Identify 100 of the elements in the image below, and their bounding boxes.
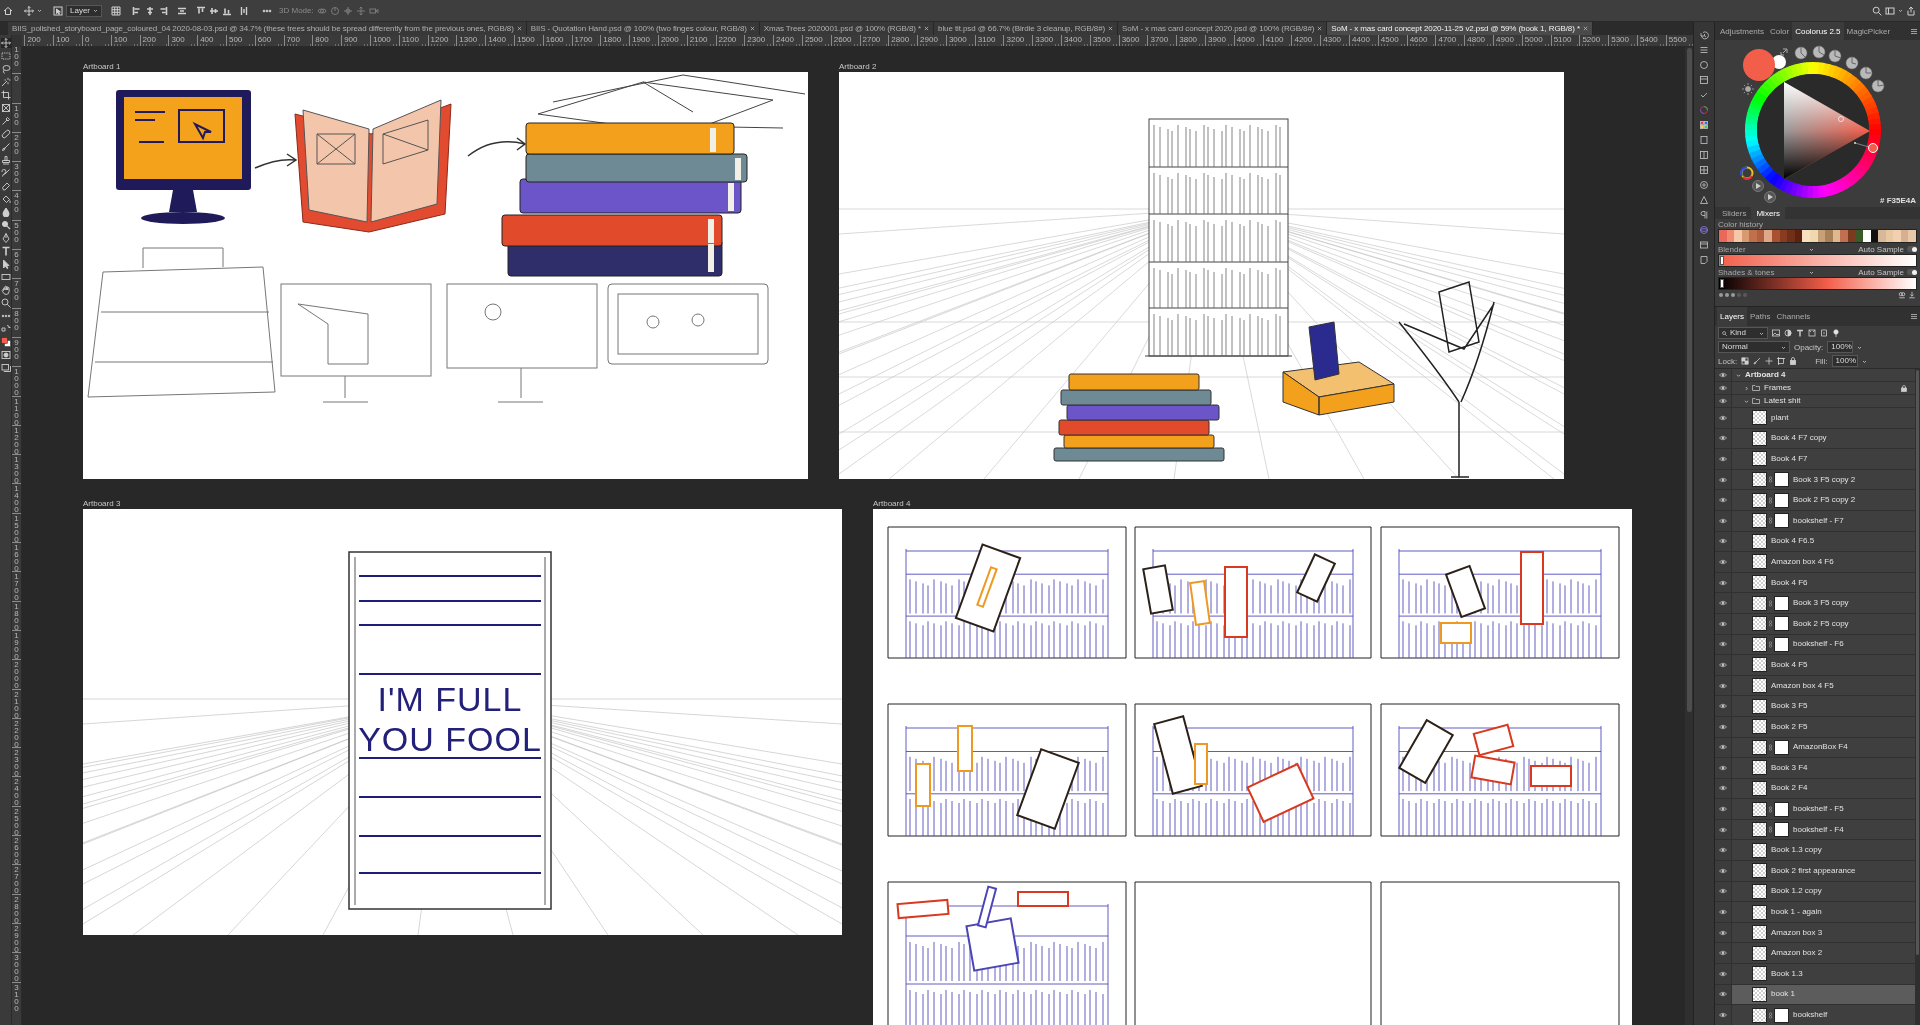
document-tab[interactable]: Xmas Trees 2020001.psd @ 100% (RGB/8) *	[759, 22, 935, 35]
scrollbar[interactable]	[1685, 47, 1693, 1025]
bucket-icon[interactable]	[0, 194, 11, 204]
eye-icon[interactable]	[1719, 867, 1727, 874]
scrollbar-thumb[interactable]	[1686, 48, 1692, 712]
eraser-icon[interactable]	[0, 181, 11, 191]
eye-icon[interactable]	[1719, 909, 1727, 916]
libraries-icon[interactable]	[1699, 75, 1709, 85]
magic-wand-icon[interactable]	[0, 77, 11, 87]
harmony-mode-icon[interactable]	[1845, 56, 1859, 70]
distribute-icon[interactable]	[177, 5, 187, 16]
color-history-swatch[interactable]	[1878, 230, 1886, 242]
opacity-field[interactable]: 100%	[1827, 341, 1854, 353]
panel-tab[interactable]: Sliders	[1717, 207, 1752, 219]
close-icon[interactable]	[924, 26, 930, 31]
eye-icon[interactable]	[1719, 620, 1727, 627]
auto-select-dropdown[interactable]: Layer	[66, 4, 102, 17]
color-history-swatch[interactable]	[1779, 230, 1788, 242]
close-icon[interactable]	[1317, 26, 1323, 31]
drop-icon[interactable]	[0, 207, 11, 217]
panel-tab[interactable]: Mixers	[1751, 207, 1785, 219]
circle-icon[interactable]	[1699, 60, 1709, 70]
caret-icon[interactable]	[1736, 372, 1741, 378]
history-brush-icon[interactable]	[0, 168, 11, 178]
color-history-swatch[interactable]	[1802, 230, 1810, 242]
close-icon[interactable]	[1108, 26, 1114, 31]
color-history-swatch[interactable]	[1908, 230, 1917, 242]
close-icon[interactable]	[749, 26, 755, 31]
screen-mode-icon[interactable]	[0, 363, 11, 373]
image-filter-icon[interactable]	[1772, 329, 1780, 337]
eye-icon[interactable]	[1719, 517, 1727, 524]
eye-icon[interactable]	[1719, 785, 1727, 792]
pages-icon[interactable]	[1699, 135, 1709, 145]
eye-icon[interactable]	[1719, 929, 1727, 936]
document-tab[interactable]: SoM - x mas card concept 2020-11-25 v2.psd @ 59% (book 1, RGB/8) *	[1327, 22, 1593, 35]
lasso-icon[interactable]	[0, 64, 11, 74]
caret-icon[interactable]	[37, 8, 42, 13]
eye-icon[interactable]	[1719, 558, 1727, 565]
close-icon[interactable]	[516, 26, 522, 31]
document-tab[interactable]: SoM - x mas card concept 2020.psd @ 100% (RGB/8#)	[1118, 22, 1328, 35]
stamp-icon[interactable]	[0, 155, 11, 165]
color-history-swatch[interactable]	[1900, 230, 1909, 242]
move-icon[interactable]	[24, 5, 34, 16]
eye-icon[interactable]	[1719, 682, 1727, 689]
eye-icon[interactable]	[1719, 723, 1727, 730]
eye-icon[interactable]	[1719, 970, 1727, 977]
color-history-swatch[interactable]	[1764, 230, 1773, 242]
caret-icon[interactable]	[1744, 398, 1749, 404]
play-icon[interactable]	[1764, 191, 1776, 203]
shape-filter-icon[interactable]	[1808, 329, 1816, 337]
caret-icon[interactable]	[1861, 358, 1867, 364]
lock-pixels-icon[interactable]	[1741, 357, 1750, 365]
pin-icon[interactable]	[1832, 329, 1840, 337]
pen-icon[interactable]	[0, 233, 11, 243]
quick-mask-icon[interactable]	[0, 350, 11, 360]
paragraph-icon[interactable]	[1699, 210, 1709, 220]
auto-sample-toggle[interactable]	[1907, 246, 1917, 252]
shades-gradient-bar[interactable]	[1718, 277, 1917, 290]
eye-icon[interactable]	[1719, 991, 1727, 998]
check-icon[interactable]	[1699, 90, 1709, 100]
overlap-circles-icon[interactable]	[1898, 291, 1906, 299]
color-history-swatch[interactable]	[1719, 230, 1727, 242]
adjustment-filter-icon[interactable]	[1784, 329, 1792, 337]
color-history-swatch[interactable]	[1863, 230, 1871, 242]
panel-tab[interactable]: Layers	[1717, 307, 1747, 326]
hue-marker-icon[interactable]	[1854, 142, 1878, 153]
eye-icon[interactable]	[1719, 950, 1727, 957]
eye-icon[interactable]	[1719, 456, 1727, 462]
color-swatch-icon[interactable]	[0, 337, 11, 347]
panel-tab[interactable]: Channels	[1773, 307, 1814, 326]
pointer-icon[interactable]	[0, 259, 11, 269]
foreground-color-swatch[interactable]	[1743, 49, 1775, 81]
eye-icon[interactable]	[1719, 806, 1727, 813]
color-history-swatch[interactable]	[1749, 230, 1757, 242]
saturation-marker-icon[interactable]	[1838, 116, 1844, 122]
panel-tab[interactable]: MagicPicker	[1843, 22, 1894, 40]
eye-icon[interactable]	[1719, 888, 1727, 895]
auto-select-icon[interactable]	[53, 5, 63, 16]
eye-icon[interactable]	[1719, 847, 1727, 854]
zoom-icon[interactable]	[0, 298, 11, 308]
note-icon[interactable]	[1699, 255, 1709, 265]
crop-icon[interactable]	[0, 90, 11, 100]
transform-grid-icon[interactable]	[111, 5, 121, 16]
menu-icon[interactable]	[1911, 314, 1917, 319]
panel-icon[interactable]	[1699, 240, 1709, 250]
color-history-swatch[interactable]	[1809, 230, 1818, 242]
share-icon[interactable]	[1906, 5, 1916, 16]
swap-arrows-icon[interactable]	[1780, 48, 1788, 56]
eye-icon[interactable]	[1719, 703, 1727, 710]
distribute-vertical-icon[interactable]	[239, 5, 249, 16]
document-tab[interactable]: BIIS_polished_storyboard_page_coloured_04 2020-08-03.psd @ 34.7% (these trees should be spread differently from the previous ones, RGB/8)	[8, 22, 527, 35]
align-center-icon[interactable]	[145, 5, 155, 16]
harmony-mode-icon[interactable]	[1871, 79, 1885, 93]
blend-gradient-bar[interactable]	[1718, 254, 1917, 267]
color-history-swatch[interactable]	[1832, 230, 1841, 242]
download-icon[interactable]	[1908, 291, 1916, 299]
search-icon[interactable]	[1872, 5, 1882, 16]
color-history-swatch[interactable]	[1840, 230, 1848, 242]
panel-tab[interactable]: Coolorus 2.5	[1792, 22, 1844, 40]
eye-icon[interactable]	[1719, 744, 1727, 751]
